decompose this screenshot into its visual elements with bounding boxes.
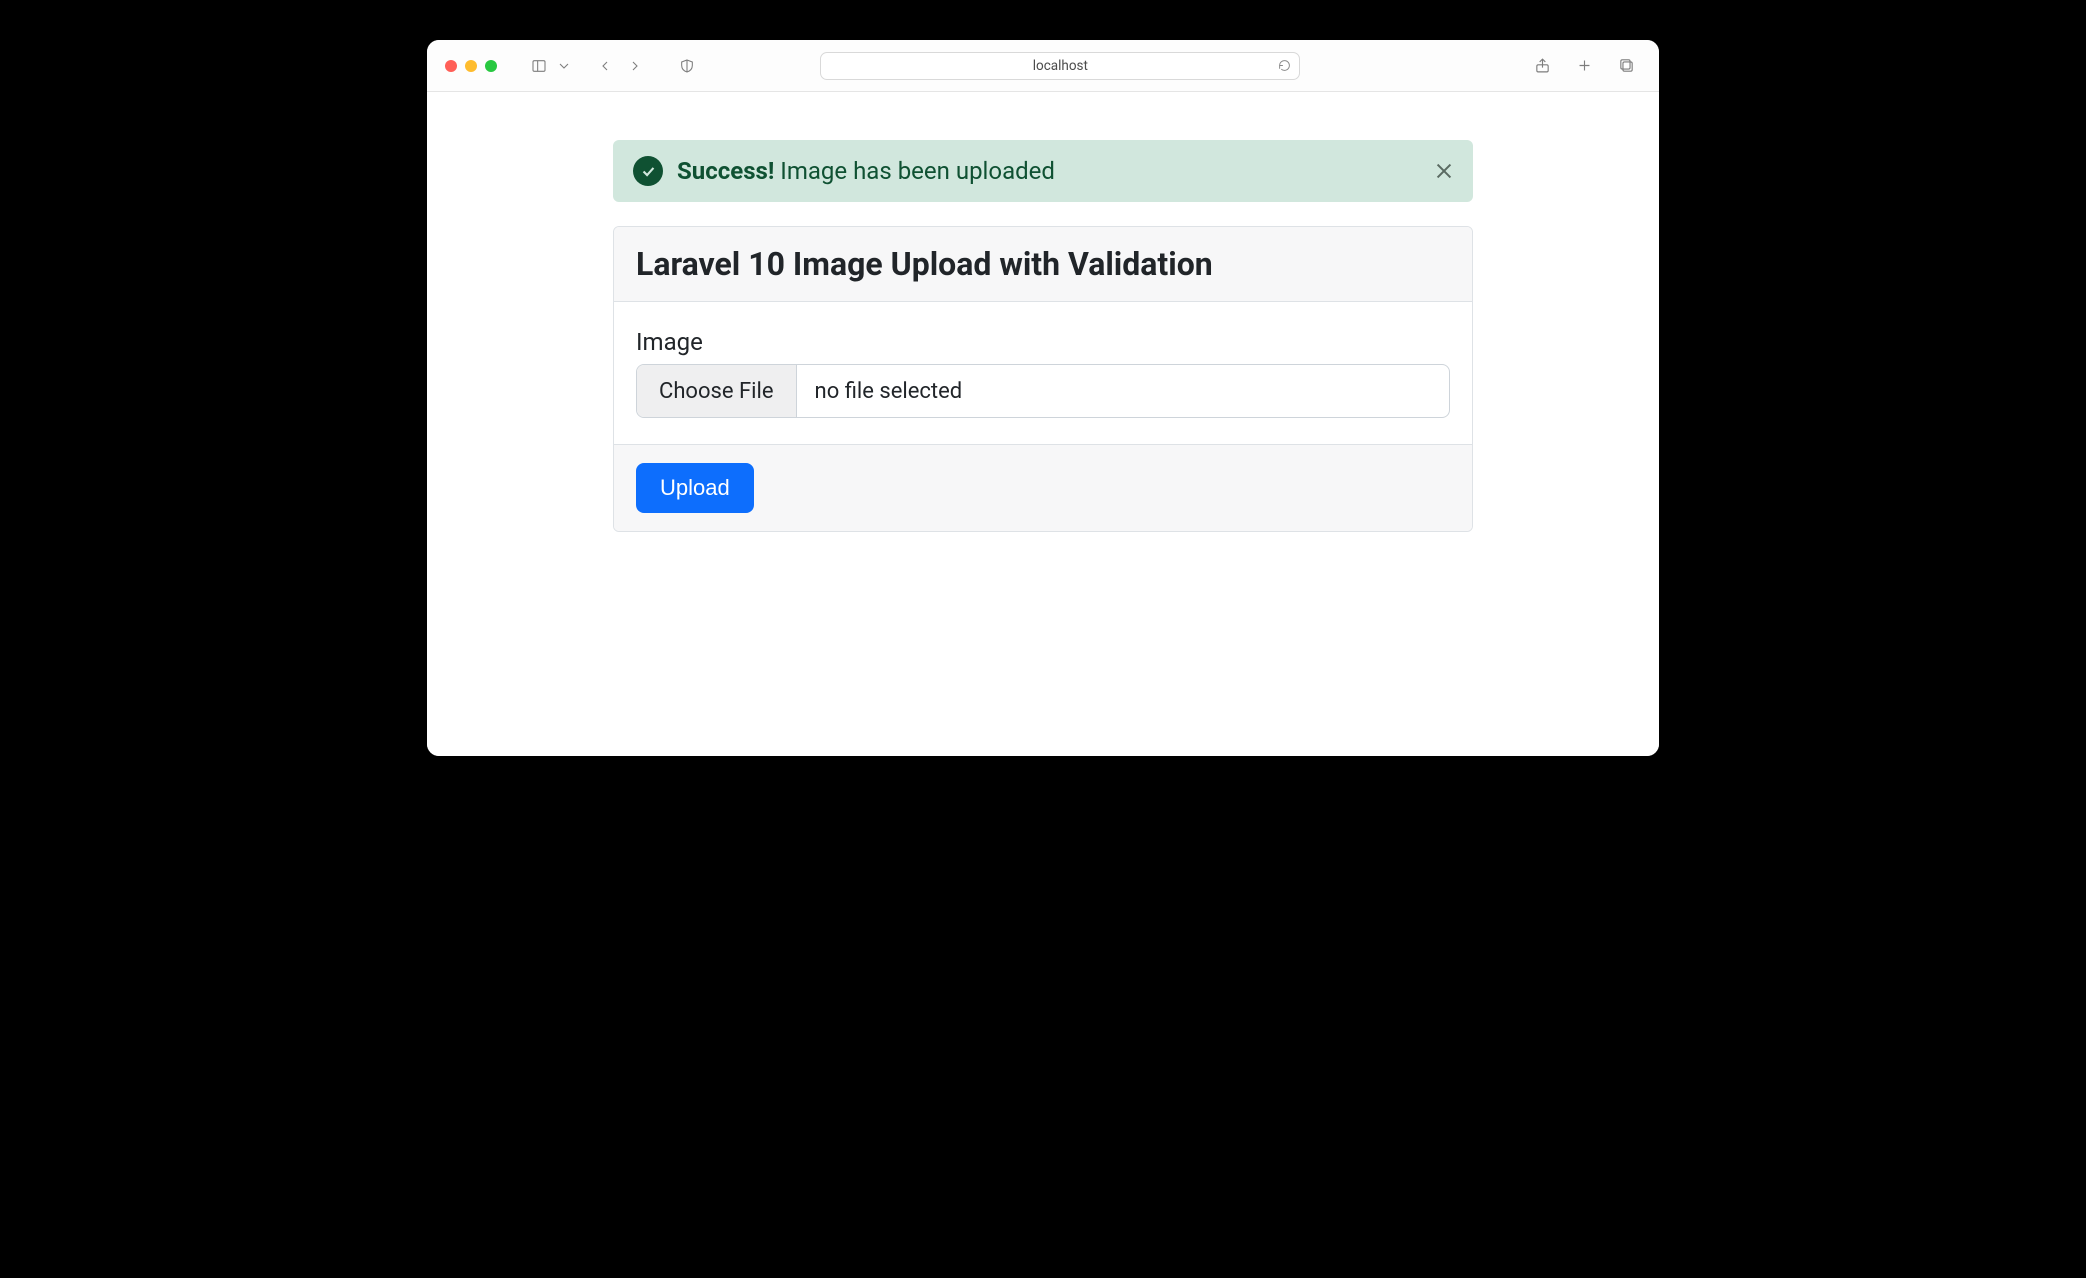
card-header: Laravel 10 Image Upload with Validation	[614, 227, 1472, 302]
maximize-window-button[interactable]	[485, 60, 497, 72]
choose-file-button[interactable]: Choose File	[637, 365, 797, 417]
browser-toolbar: localhost	[427, 40, 1659, 92]
file-selected-text: no file selected	[797, 365, 1449, 417]
minimize-window-button[interactable]	[465, 60, 477, 72]
card-title: Laravel 10 Image Upload with Validation	[636, 245, 1450, 283]
check-circle-icon	[633, 156, 663, 186]
toolbar-right	[1529, 52, 1641, 80]
back-button[interactable]	[591, 52, 619, 80]
alert-close-button[interactable]	[1433, 160, 1455, 182]
new-tab-icon[interactable]	[1571, 52, 1599, 80]
sidebar-icon[interactable]	[525, 52, 553, 80]
forward-button[interactable]	[621, 52, 649, 80]
page-viewport: Success! Image has been uploaded Laravel…	[427, 92, 1659, 756]
browser-window: localhost Success! Im	[427, 40, 1659, 756]
reload-icon[interactable]	[1278, 59, 1291, 72]
alert-strong: Success!	[677, 157, 774, 185]
success-alert: Success! Image has been uploaded	[613, 140, 1473, 202]
file-input[interactable]: Choose File no file selected	[636, 364, 1450, 418]
image-label: Image	[636, 328, 1450, 356]
nav-buttons	[591, 52, 649, 80]
address-text: localhost	[1033, 58, 1088, 74]
alert-message: Image has been uploaded	[774, 157, 1055, 185]
shield-icon[interactable]	[673, 52, 701, 80]
chevron-down-icon[interactable]	[555, 52, 573, 80]
page-container: Success! Image has been uploaded Laravel…	[613, 140, 1473, 532]
share-icon[interactable]	[1529, 52, 1557, 80]
tabs-overview-icon[interactable]	[1613, 52, 1641, 80]
window-controls	[445, 60, 497, 72]
card-footer: Upload	[614, 444, 1472, 531]
address-bar[interactable]: localhost	[820, 52, 1300, 80]
alert-text: Success! Image has been uploaded	[677, 157, 1055, 185]
card-body: Image Choose File no file selected	[614, 302, 1472, 444]
close-window-button[interactable]	[445, 60, 457, 72]
sidebar-toggle-group	[525, 52, 573, 80]
upload-button[interactable]: Upload	[636, 463, 754, 513]
upload-card: Laravel 10 Image Upload with Validation …	[613, 226, 1473, 532]
